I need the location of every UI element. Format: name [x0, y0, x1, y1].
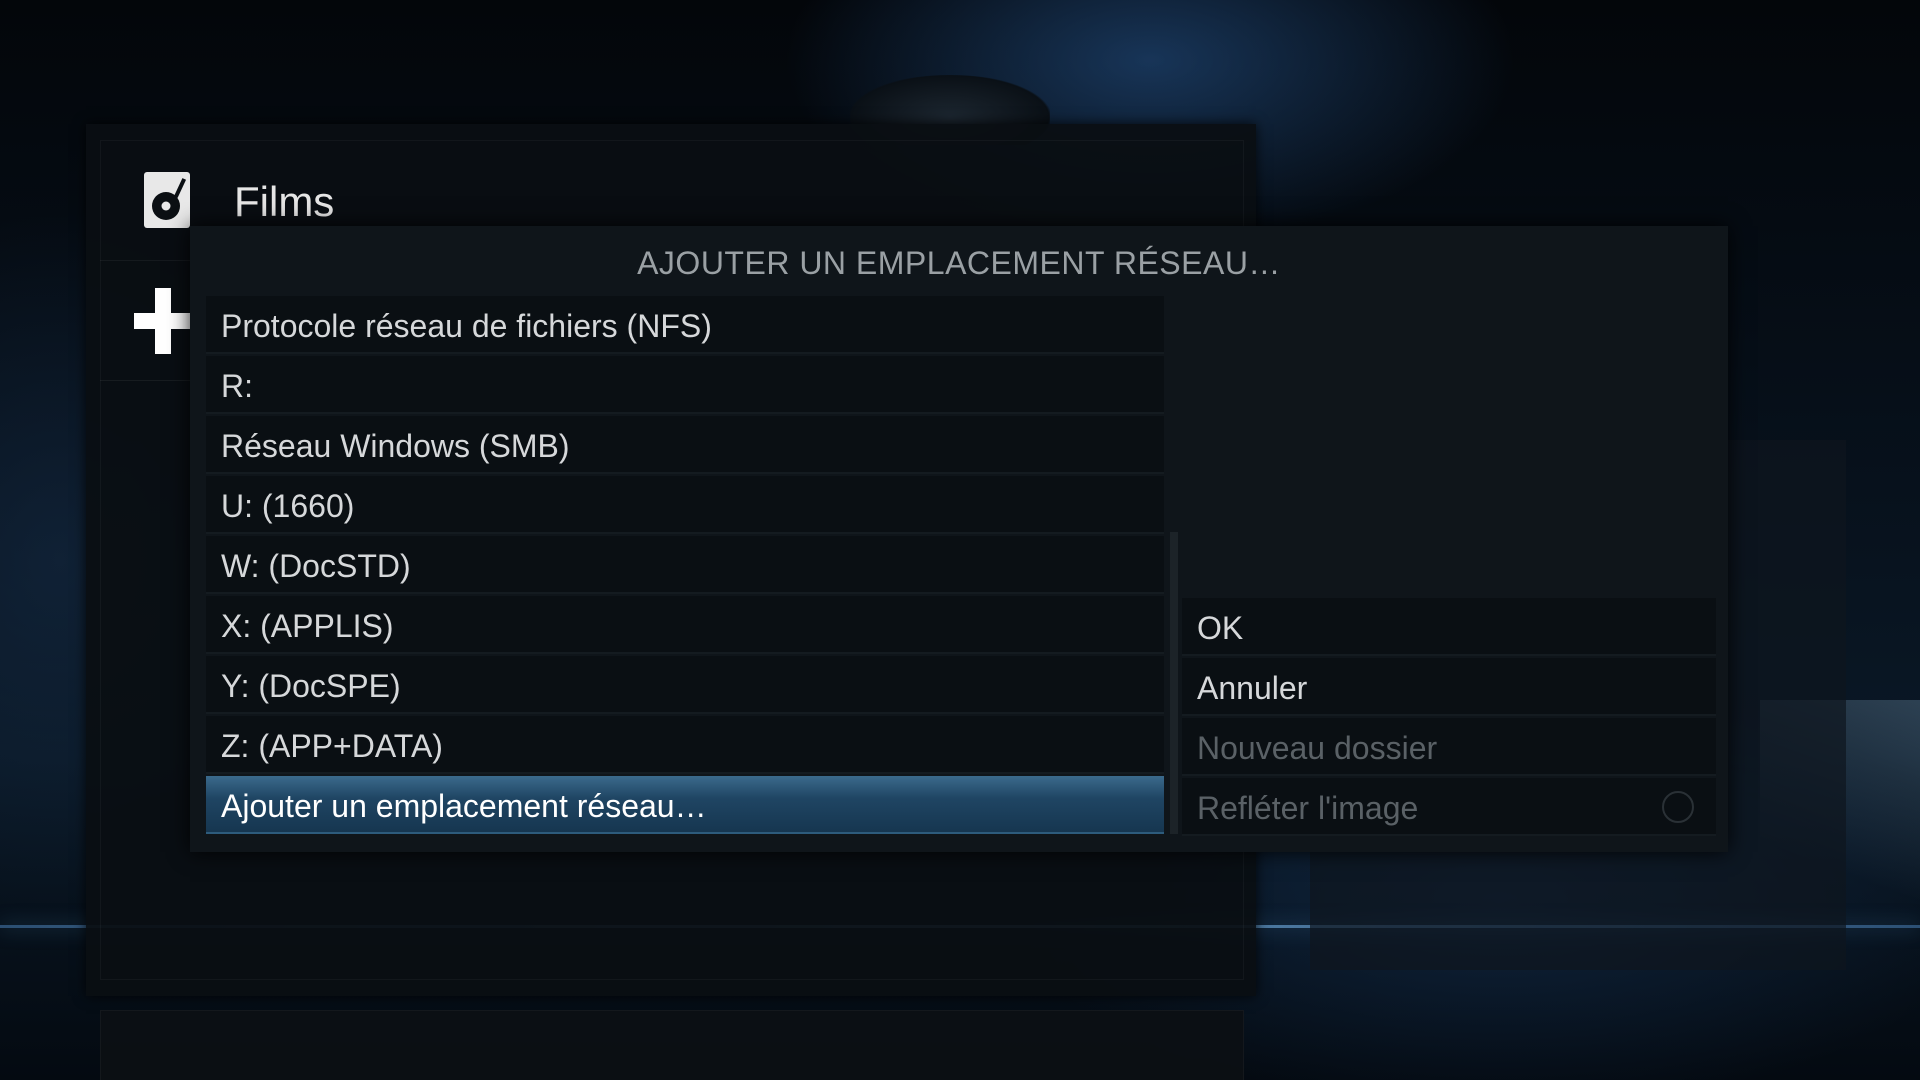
list-item-label: U: (1660) [221, 488, 355, 524]
list-item-label: W: (DocSTD) [221, 548, 411, 584]
list-item-w[interactable]: W: (DocSTD) [206, 536, 1164, 594]
mirror-image-label: Refléter l'image [1197, 790, 1419, 826]
screen: Films AJOUTER UN EMPLACEMENT RÉSEAU… Pro… [0, 0, 1920, 1080]
list-item-smb[interactable]: Réseau Windows (SMB) [206, 416, 1164, 474]
new-folder-button[interactable]: Nouveau dossier [1182, 718, 1716, 776]
list-item-u[interactable]: U: (1660) [206, 476, 1164, 534]
new-folder-button-label: Nouveau dossier [1197, 730, 1438, 766]
list-item-nfs[interactable]: Protocole réseau de fichiers (NFS) [206, 296, 1164, 354]
list-item-label: Z: (APP+DATA) [221, 728, 443, 764]
films-disc-icon [144, 172, 190, 228]
list-item-label: Réseau Windows (SMB) [221, 428, 570, 464]
mirror-image-toggle[interactable]: Refléter l'image [1182, 778, 1716, 836]
list-item-label: R: [221, 368, 253, 404]
row-divider [100, 380, 190, 381]
list-item-z[interactable]: Z: (APP+DATA) [206, 716, 1164, 774]
ok-button-label: OK [1197, 610, 1244, 646]
location-list: Protocole réseau de fichiers (NFS) R: Ré… [206, 296, 1164, 836]
cancel-button-label: Annuler [1197, 670, 1308, 706]
bottom-panel [100, 1010, 1244, 1080]
list-item-label: Y: (DocSPE) [221, 668, 401, 704]
list-item-label: Protocole réseau de fichiers (NFS) [221, 308, 712, 344]
list-item-add-network-location[interactable]: Ajouter un emplacement réseau… [206, 776, 1164, 834]
list-item-r[interactable]: R: [206, 356, 1164, 414]
dialog-title: AJOUTER UN EMPLACEMENT RÉSEAU… [637, 245, 1281, 281]
radio-toggle-icon[interactable] [1662, 791, 1694, 823]
list-item-label: Ajouter un emplacement réseau… [221, 788, 707, 824]
list-item-y[interactable]: Y: (DocSPE) [206, 656, 1164, 714]
list-item-label: X: (APPLIS) [221, 608, 394, 644]
list-item-x[interactable]: X: (APPLIS) [206, 596, 1164, 654]
plus-icon[interactable] [134, 288, 192, 354]
page-title: Films [234, 178, 335, 225]
cancel-button[interactable]: Annuler [1182, 658, 1716, 716]
dialog-buttons: OK Annuler Nouveau dossier Refléter l'im… [1182, 598, 1716, 838]
ok-button[interactable]: OK [1182, 598, 1716, 656]
list-scrollbar[interactable] [1170, 532, 1178, 834]
